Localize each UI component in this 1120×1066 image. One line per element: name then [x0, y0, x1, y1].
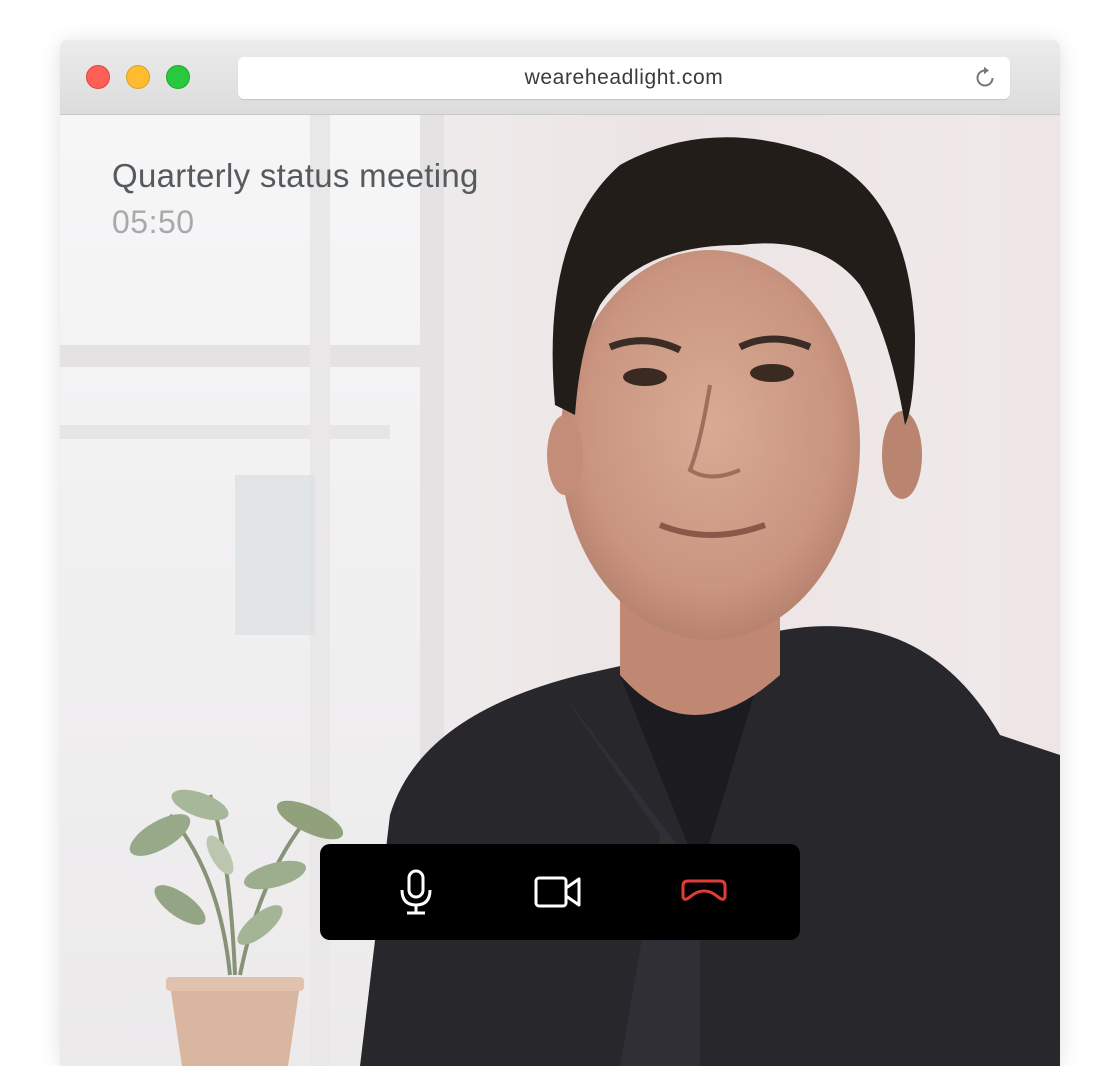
video-camera-icon: [534, 876, 581, 908]
mute-microphone-button[interactable]: [388, 864, 444, 920]
maximize-window-button[interactable]: [166, 65, 190, 89]
address-bar[interactable]: weareheadlight.com: [238, 57, 1010, 99]
call-controls-bar: [320, 844, 800, 940]
toggle-camera-button[interactable]: [530, 864, 586, 920]
browser-titlebar: weareheadlight.com: [60, 40, 1060, 115]
reload-icon[interactable]: [972, 65, 998, 91]
microphone-icon: [400, 869, 432, 915]
minimize-window-button[interactable]: [126, 65, 150, 89]
address-bar-url: weareheadlight.com: [524, 66, 724, 89]
browser-window: weareheadlight.com Quarterly status meet…: [60, 40, 1060, 1066]
meeting-title: Quarterly status meeting: [112, 157, 479, 194]
video-feed: Quarterly status meeting 05:50: [60, 115, 1060, 1066]
hang-up-button[interactable]: [676, 864, 732, 920]
hang-up-icon: [681, 879, 727, 901]
close-window-button[interactable]: [86, 65, 110, 89]
call-timer: 05:50: [112, 204, 195, 240]
